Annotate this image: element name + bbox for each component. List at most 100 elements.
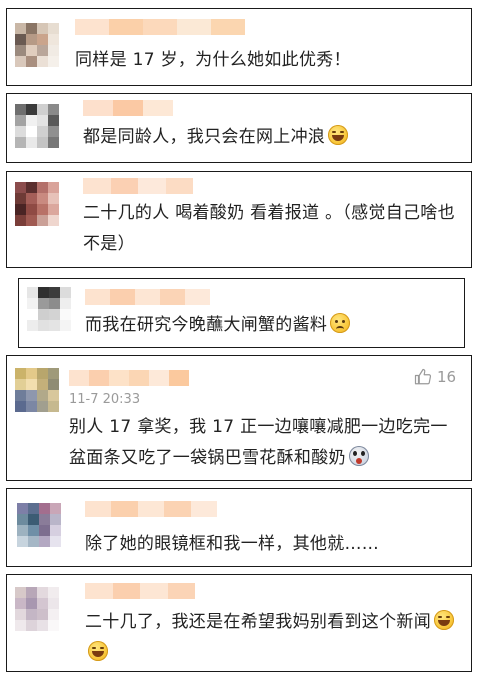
username-mosaic-tile bbox=[167, 583, 195, 599]
avatar-mosaic-tile bbox=[28, 525, 39, 536]
avatar[interactable] bbox=[15, 368, 59, 412]
avatar-mosaic-tile bbox=[48, 193, 59, 204]
username-mosaic-tile bbox=[110, 178, 139, 194]
avatar-mosaic-tile bbox=[15, 45, 26, 56]
avatar-mosaic-tile bbox=[15, 23, 26, 34]
avatar[interactable] bbox=[15, 23, 59, 67]
avatar-mosaic-tile bbox=[26, 104, 37, 115]
avatar[interactable] bbox=[15, 587, 59, 631]
avatar-mosaic-tile bbox=[26, 215, 37, 226]
avatar-mosaic-tile bbox=[37, 126, 48, 137]
avatar-mosaic-tile bbox=[37, 401, 48, 412]
avatar-mosaic-tile bbox=[15, 182, 26, 193]
avatar-mosaic-tile bbox=[48, 137, 59, 148]
avatar-mosaic-tile bbox=[37, 56, 48, 67]
avatar-mosaic-tile bbox=[50, 503, 61, 514]
sad-emoji-icon bbox=[330, 313, 351, 333]
avatar[interactable] bbox=[27, 287, 71, 331]
username-mosaic-tile bbox=[143, 100, 173, 116]
avatar-mosaic-tile bbox=[39, 514, 50, 525]
comment-text: 二十几的人 喝着酸奶 看着报道 。（感觉自己啥也不是） bbox=[83, 198, 467, 260]
avatar-mosaic-tile bbox=[15, 215, 26, 226]
avatar-mosaic-tile bbox=[26, 204, 37, 215]
username-mosaic-tile bbox=[75, 19, 109, 35]
comment-text: 别人 17 拿奖，我 17 正一边嚷嚷减肥一边吃完一盆面条又吃了一袋锅巴雪花酥和… bbox=[69, 412, 459, 474]
comment-text: 同样是 17 岁，为什么她如此优秀！ bbox=[75, 45, 455, 76]
avatar-mosaic-tile bbox=[28, 514, 39, 525]
avatar-mosaic-tile bbox=[26, 193, 37, 204]
avatar-mosaic-tile bbox=[37, 23, 48, 34]
avatar[interactable] bbox=[15, 104, 59, 148]
avatar-mosaic-tile bbox=[38, 309, 49, 320]
username[interactable] bbox=[69, 370, 189, 386]
avatar-mosaic-tile bbox=[28, 536, 39, 547]
comment-card: 都是同龄人，我只会在网上冲浪 bbox=[6, 93, 472, 163]
avatar[interactable] bbox=[15, 182, 59, 226]
avatar-mosaic-tile bbox=[15, 587, 26, 598]
avatar-mosaic-tile bbox=[48, 104, 59, 115]
avatar-mosaic-tile bbox=[48, 204, 59, 215]
avatar-mosaic-tile bbox=[38, 287, 49, 298]
avatar-mosaic-tile bbox=[15, 204, 26, 215]
avatar-mosaic-tile bbox=[17, 503, 28, 514]
like-button[interactable]: 16 bbox=[414, 368, 456, 386]
comment-card: 11-7 20:33 16 别人 17 拿奖，我 17 正一边嚷嚷减肥一边吃完一… bbox=[6, 355, 472, 481]
avatar-mosaic-tile bbox=[48, 379, 59, 390]
avatar-mosaic-tile bbox=[48, 45, 59, 56]
avatar-mosaic-tile bbox=[60, 298, 71, 309]
avatar-mosaic-tile bbox=[37, 204, 48, 215]
avatar-mosaic-tile bbox=[26, 126, 37, 137]
avatar-mosaic-tile bbox=[48, 34, 59, 45]
avatar-mosaic-tile bbox=[26, 23, 37, 34]
comment-card: 而我在研究今晚蘸大闸蟹的酱料 bbox=[18, 278, 465, 348]
avatar-mosaic-tile bbox=[26, 609, 37, 620]
username-mosaic-tile bbox=[211, 19, 245, 35]
comment-text-content: 除了她的眼镜框和我一样，其他就…… bbox=[85, 534, 380, 554]
avatar-mosaic-tile bbox=[49, 287, 60, 298]
username[interactable] bbox=[85, 501, 217, 517]
avatar-mosaic-tile bbox=[27, 298, 38, 309]
username-mosaic-tile bbox=[149, 370, 169, 386]
avatar-mosaic-tile bbox=[15, 609, 26, 620]
username-mosaic-tile bbox=[190, 501, 217, 517]
like-count: 16 bbox=[437, 368, 457, 386]
username[interactable] bbox=[85, 289, 210, 305]
avatar-mosaic-tile bbox=[26, 620, 37, 631]
username-mosaic-tile bbox=[83, 178, 111, 194]
avatar-mosaic-tile bbox=[17, 514, 28, 525]
avatar-mosaic-tile bbox=[48, 401, 59, 412]
avatar-mosaic-tile bbox=[15, 379, 26, 390]
avatar-mosaic-tile bbox=[37, 193, 48, 204]
avatar-mosaic-tile bbox=[26, 115, 37, 126]
comment-text: 除了她的眼镜框和我一样，其他就…… bbox=[85, 529, 465, 560]
avatar-mosaic-tile bbox=[26, 401, 37, 412]
avatar-mosaic-tile bbox=[37, 137, 48, 148]
avatar-mosaic-tile bbox=[48, 620, 59, 631]
avatar-mosaic-tile bbox=[26, 379, 37, 390]
avatar-mosaic-tile bbox=[60, 309, 71, 320]
avatar-mosaic-tile bbox=[37, 609, 48, 620]
avatar-mosaic-tile bbox=[39, 525, 50, 536]
comment-card: 二十几了，我还是在希望我妈别看到这个新闻 bbox=[6, 574, 472, 672]
avatar[interactable] bbox=[17, 503, 61, 547]
comment-text-content: 而我在研究今晚蘸大闸蟹的酱料 bbox=[85, 315, 328, 335]
username-mosaic-tile bbox=[164, 501, 192, 517]
comment-card: 除了她的眼镜框和我一样，其他就…… bbox=[6, 488, 472, 567]
avatar-mosaic-tile bbox=[26, 137, 37, 148]
username[interactable] bbox=[85, 583, 195, 599]
avatar-mosaic-tile bbox=[37, 34, 48, 45]
username[interactable] bbox=[83, 178, 193, 194]
username[interactable] bbox=[83, 100, 173, 116]
avatar-mosaic-tile bbox=[27, 320, 38, 331]
username-mosaic-tile bbox=[109, 19, 143, 35]
username[interactable] bbox=[75, 19, 245, 35]
avatar-mosaic-tile bbox=[49, 298, 60, 309]
avatar-mosaic-tile bbox=[48, 390, 59, 401]
avatar-mosaic-tile bbox=[26, 390, 37, 401]
avatar-mosaic-tile bbox=[37, 115, 48, 126]
comment-text-content: 都是同龄人，我只会在网上冲浪 bbox=[83, 127, 326, 147]
username-mosaic-tile bbox=[109, 370, 129, 386]
laugh-cry-emoji-icon bbox=[88, 641, 108, 661]
avatar-mosaic-tile bbox=[28, 503, 39, 514]
avatar-mosaic-tile bbox=[15, 137, 26, 148]
